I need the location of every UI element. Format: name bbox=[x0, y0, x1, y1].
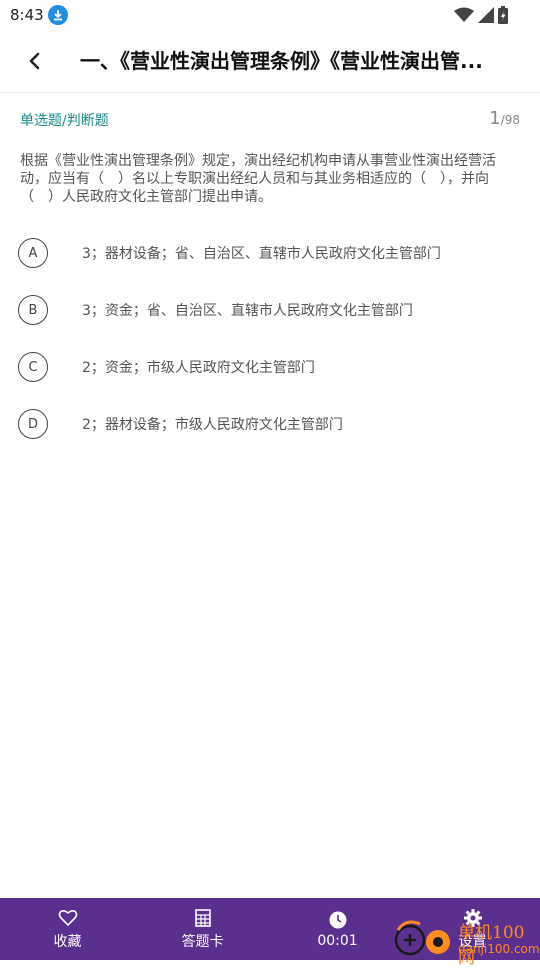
status-time: 8:43 bbox=[10, 6, 44, 24]
answer-card-button[interactable]: 答题卡 bbox=[135, 898, 270, 960]
page-title: 一、《营业性演出管理条例》《营业性演出管... bbox=[80, 49, 483, 73]
site-watermark: 单机100网 danji100.com bbox=[392, 916, 540, 968]
app-header: 一、《营业性演出管理条例》《营业性演出管... bbox=[0, 30, 540, 93]
watermark-url: danji100.com bbox=[458, 942, 540, 956]
favorite-button[interactable]: 收藏 bbox=[0, 898, 135, 960]
grid-icon bbox=[194, 908, 211, 927]
option-b[interactable]: B 3；资金；省、自治区、直辖市人民政府文化主管部门 bbox=[18, 293, 518, 327]
timer-label: 00:01 bbox=[317, 932, 358, 949]
option-text: 2；器材设备；市级人民政府文化主管部门 bbox=[82, 417, 343, 433]
download-icon bbox=[48, 5, 68, 25]
option-text: 2；资金；市级人民政府文化主管部门 bbox=[82, 360, 315, 376]
favorite-label: 收藏 bbox=[53, 933, 82, 950]
clock-icon bbox=[329, 911, 346, 928]
question-text: 根据《营业性演出管理条例》规定，演出经纪机构申请从事营业性演出经营活动，应当有（… bbox=[20, 153, 496, 205]
option-c[interactable]: C 2；资金；市级人民政府文化主管部门 bbox=[18, 350, 518, 384]
heart-icon bbox=[58, 909, 77, 926]
option-letter-circle: C bbox=[18, 352, 48, 382]
watermark-logo-icon bbox=[394, 920, 450, 956]
total-questions: /98 bbox=[500, 113, 520, 127]
option-a[interactable]: A 3；器材设备；省、自治区、直辖市人民政府文化主管部门 bbox=[18, 236, 518, 270]
option-letter-circle: A bbox=[18, 238, 48, 268]
option-text: 3；器材设备；省、自治区、直辖市人民政府文化主管部门 bbox=[82, 246, 441, 262]
answer-card-label: 答题卡 bbox=[181, 933, 224, 950]
back-button[interactable] bbox=[20, 46, 50, 76]
timer-button[interactable]: 00:01 bbox=[270, 898, 405, 960]
chevron-left-icon bbox=[29, 52, 40, 70]
wifi-icon bbox=[454, 7, 474, 22]
option-letter-circle: D bbox=[18, 409, 48, 439]
battery-icon bbox=[498, 6, 508, 24]
question-progress: 1/98 bbox=[489, 108, 520, 129]
current-question-number: 1 bbox=[489, 108, 501, 129]
signal-icon bbox=[478, 7, 494, 23]
option-letter-circle: B bbox=[18, 295, 48, 325]
status-bar: 8:43 bbox=[0, 0, 540, 30]
question-type: 单选题/判断题 bbox=[20, 113, 109, 129]
option-d[interactable]: D 2；器材设备；市级人民政府文化主管部门 bbox=[18, 407, 518, 441]
option-text: 3；资金；省、自治区、直辖市人民政府文化主管部门 bbox=[82, 303, 413, 319]
